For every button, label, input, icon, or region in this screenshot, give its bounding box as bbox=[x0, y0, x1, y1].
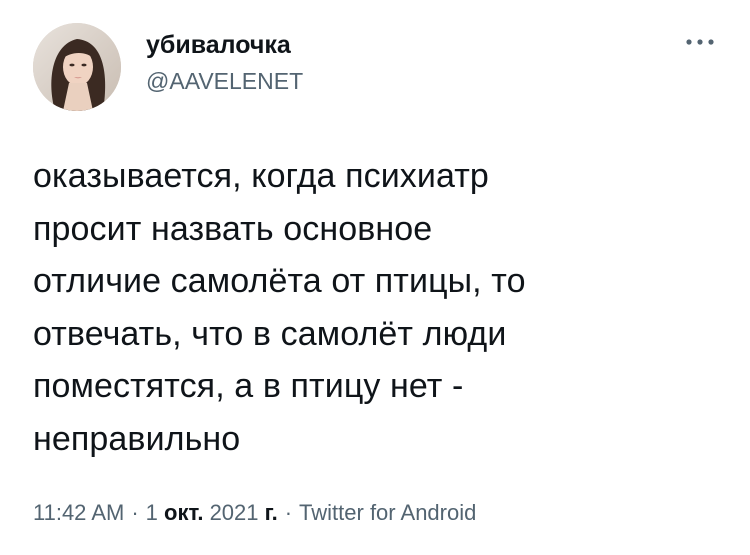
ellipsis-icon bbox=[686, 39, 714, 45]
avatar[interactable] bbox=[33, 23, 121, 111]
user-handle[interactable]: @AAVELENET bbox=[146, 67, 303, 95]
profile-photo-icon bbox=[33, 23, 121, 111]
tweet-text-line: отвечать, что в самолёт люди bbox=[33, 314, 507, 353]
date-suffix[interactable]: г. bbox=[265, 500, 278, 525]
tweet-card: убивалочка @AAVELENET оказывается, когда… bbox=[0, 0, 750, 555]
tweet-source-link[interactable]: Twitter for Android bbox=[299, 500, 476, 525]
tweet-text-line: поместятся, а в птицу нет - bbox=[33, 367, 464, 405]
tweet-text-line: просит назвать основное bbox=[33, 209, 433, 248]
date-month[interactable]: окт. bbox=[164, 500, 203, 525]
more-options-button[interactable] bbox=[680, 30, 720, 54]
tweet-time[interactable]: 11:42 AM bbox=[33, 500, 124, 525]
date-year[interactable]: 2021 bbox=[210, 500, 259, 525]
tweet-meta: 11:42 AM · 1 окт. 2021 г. · Twitter for Andr… bbox=[33, 498, 476, 528]
tweet-text-line: отличие самолёта от птицы, то bbox=[33, 262, 526, 300]
date-day[interactable]: 1 bbox=[146, 500, 158, 525]
tweet-text: оказывается, когда психиатр просит назва… bbox=[33, 150, 723, 465]
display-name[interactable]: убивалочка bbox=[146, 30, 291, 60]
separator: · bbox=[284, 500, 293, 525]
tweet-text-line: неправильно bbox=[33, 419, 241, 458]
separator: · bbox=[131, 500, 139, 525]
tweet-text-line: оказывается, когда психиатр bbox=[33, 157, 489, 195]
